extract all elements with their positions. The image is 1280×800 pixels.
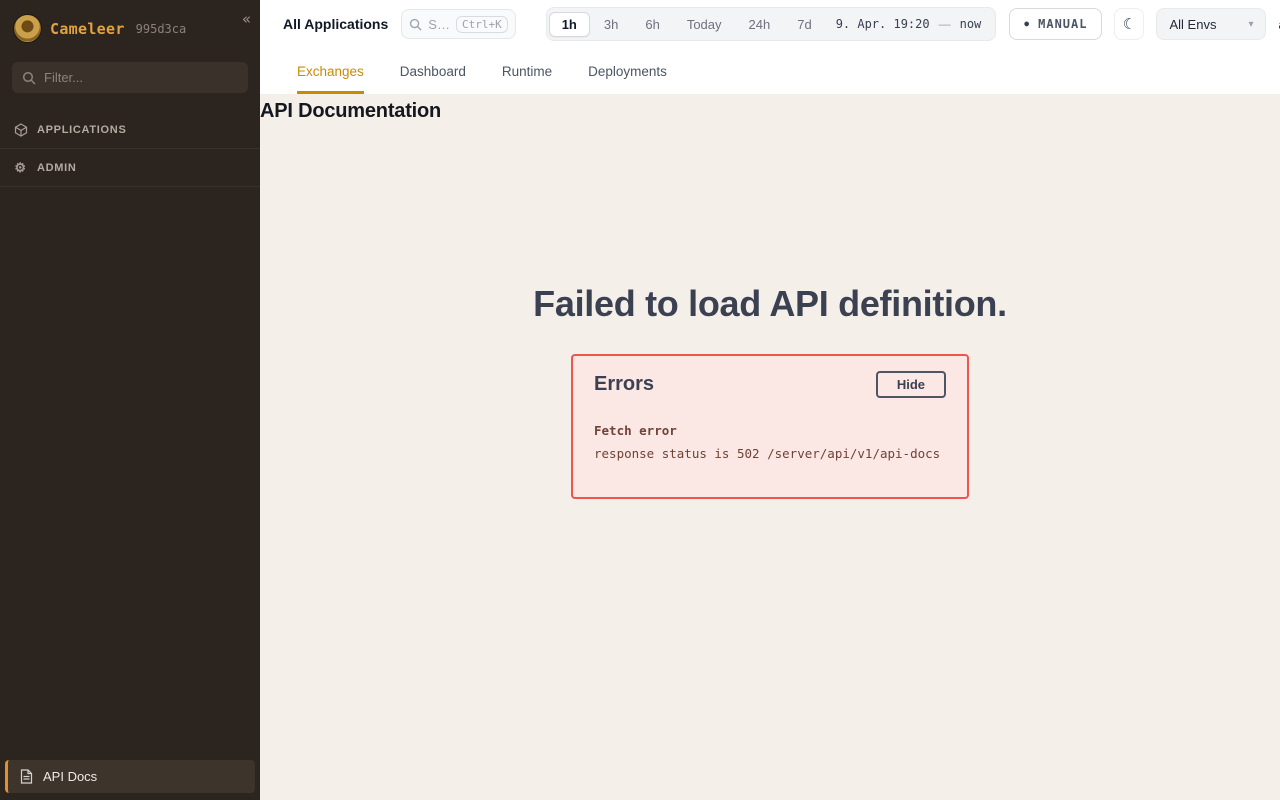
- sidebar-section-admin[interactable]: ⚙ ADMIN: [0, 149, 260, 187]
- camel-logo-icon: [14, 15, 41, 42]
- time-range-1h[interactable]: 1h: [549, 12, 590, 37]
- main-content: API Documentation Failed to load API def…: [260, 94, 1280, 800]
- tab-dashboard[interactable]: Dashboard: [400, 48, 466, 94]
- package-icon: [13, 123, 28, 137]
- time-range-3h[interactable]: 3h: [591, 12, 631, 37]
- topbar-right-cluster: ● MANUAL ☾ All Envs ▾ admin: [1009, 8, 1280, 40]
- time-range-separator: —: [937, 17, 953, 31]
- time-range-from: 9. Apr. 19:20: [826, 17, 936, 31]
- errors-title: Errors: [594, 373, 654, 396]
- sidebar-section-label: APPLICATIONS: [37, 124, 126, 136]
- sidebar-section-label: ADMIN: [37, 162, 77, 174]
- logo-title: Cameleer: [50, 20, 125, 38]
- status-dot-icon: ●: [1024, 20, 1030, 28]
- error-headline: Failed to load API definition.: [260, 283, 1280, 325]
- tabbar: Exchanges Dashboard Runtime Deployments: [260, 48, 1280, 94]
- sidebar-item-label: API Docs: [43, 769, 97, 784]
- tab-exchanges[interactable]: Exchanges: [297, 48, 364, 94]
- global-search-input[interactable]: S… Ctrl+K: [401, 9, 515, 39]
- hide-errors-button[interactable]: Hide: [876, 371, 946, 398]
- environment-select-value: All Envs: [1169, 17, 1216, 32]
- error-message: response status is 502 /server/api/v1/ap…: [594, 446, 946, 461]
- time-range-picker: 1h 3h 6h Today 24h 7d 9. Apr. 19:20 — no…: [546, 7, 997, 41]
- refresh-mode-label: MANUAL: [1038, 17, 1087, 31]
- tab-deployments[interactable]: Deployments: [588, 48, 667, 94]
- time-range-7d[interactable]: 7d: [784, 12, 824, 37]
- search-icon: [409, 18, 422, 31]
- search-placeholder-text: S…: [428, 17, 450, 32]
- tab-runtime[interactable]: Runtime: [502, 48, 552, 94]
- environment-select[interactable]: All Envs ▾: [1156, 8, 1266, 40]
- sidebar-section-applications[interactable]: APPLICATIONS: [0, 111, 260, 149]
- collapse-icon: «: [242, 10, 251, 28]
- time-range-24h[interactable]: 24h: [736, 12, 784, 37]
- time-range-today[interactable]: Today: [674, 12, 735, 37]
- gear-icon: ⚙: [13, 161, 28, 174]
- topbar: All Applications S… Ctrl+K 1h 3h 6h Toda…: [260, 0, 1280, 48]
- sidebar: Cameleer 995d3ca « APPLI: [0, 0, 260, 800]
- time-range-6h[interactable]: 6h: [632, 12, 672, 37]
- document-icon: [20, 769, 33, 784]
- time-range-to: now: [954, 17, 994, 31]
- dark-mode-toggle[interactable]: ☾: [1114, 8, 1144, 40]
- sidebar-footer: API Docs: [0, 755, 260, 800]
- search-icon: [22, 71, 36, 85]
- content-column: All Applications S… Ctrl+K 1h 3h 6h Toda…: [260, 0, 1280, 800]
- errors-panel: Errors Hide Fetch error response status …: [571, 354, 969, 499]
- sidebar-item-api-docs[interactable]: API Docs: [5, 760, 255, 793]
- page-context-title: All Applications: [283, 16, 388, 32]
- search-shortcut-badge: Ctrl+K: [456, 16, 508, 33]
- app-root: Cameleer 995d3ca « APPLI: [0, 0, 1280, 800]
- logo: Cameleer 995d3ca: [0, 0, 260, 54]
- sidebar-filter[interactable]: [12, 62, 248, 93]
- error-name: Fetch error: [594, 423, 946, 438]
- refresh-mode-button[interactable]: ● MANUAL: [1009, 8, 1102, 40]
- sidebar-filter-input[interactable]: [44, 70, 238, 85]
- chevron-down-icon: ▾: [1248, 19, 1253, 30]
- page-title: API Documentation: [260, 100, 1280, 123]
- sidebar-collapse-button[interactable]: «: [242, 10, 251, 28]
- moon-icon: ☾: [1123, 15, 1136, 33]
- logo-version: 995d3ca: [136, 22, 187, 36]
- errors-panel-header: Errors Hide: [594, 371, 946, 398]
